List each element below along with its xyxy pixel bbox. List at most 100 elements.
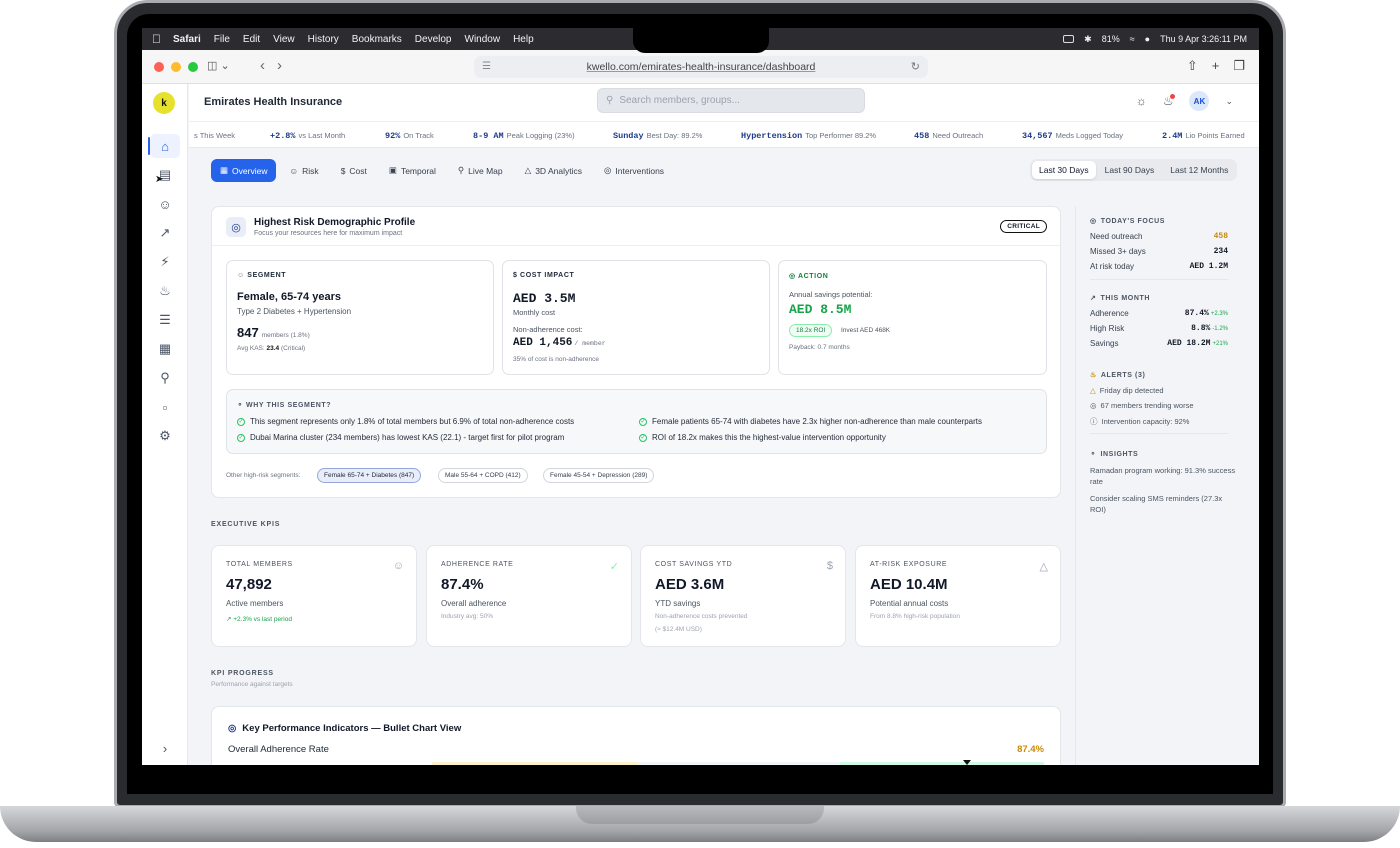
kpi-note: From 8.8% high-risk population bbox=[870, 613, 960, 620]
clock[interactable]: Thu 9 Apr 3:26:11 PM bbox=[1160, 34, 1247, 44]
reason-item: ✓ Dubai Marina cluster (234 members) has … bbox=[237, 433, 565, 442]
chevron-down-icon[interactable]: ⌄ bbox=[1225, 96, 1233, 107]
app-sidebar: k ⌂ ▤ ☺ ↗ ⚡︎ ♨ ☰ ▦ ⚲ ▫ ⚙ › ➤ bbox=[142, 84, 188, 765]
organization-title: Emirates Health Insurance bbox=[204, 96, 343, 108]
ticker-item: s This Week bbox=[194, 131, 235, 140]
range-last-90-days[interactable]: Last 90 Days bbox=[1098, 161, 1162, 179]
range-last-12-months[interactable]: Last 12 Months bbox=[1163, 161, 1235, 179]
target-icon: ◎ bbox=[789, 273, 798, 280]
kpi-progress-subtitle: Performance against targets bbox=[211, 681, 293, 688]
display-icon[interactable] bbox=[1063, 35, 1075, 43]
kpi-description: Potential annual costs bbox=[870, 599, 949, 608]
map-pin-icon[interactable]: ⚲ bbox=[150, 366, 180, 390]
building-icon[interactable]: ▦ bbox=[150, 337, 180, 361]
camera-notch bbox=[633, 27, 769, 53]
cost-impact-label: $ COST IMPACT bbox=[513, 272, 575, 279]
home-icon[interactable]: ⌂ bbox=[148, 134, 180, 158]
tab-3d-analytics[interactable]: △ 3D Analytics bbox=[516, 159, 591, 182]
bluetooth-icon[interactable]: ✱ bbox=[1084, 34, 1092, 45]
menu-window[interactable]: Window bbox=[465, 34, 501, 45]
share-icon[interactable]: ⇧ bbox=[1187, 58, 1198, 74]
month-row: Adherence 87.4% +2.3% bbox=[1090, 309, 1228, 318]
this-month-heading: ↗ THIS MONTH bbox=[1090, 294, 1151, 303]
alert-item[interactable]: △ Friday dip detected bbox=[1090, 386, 1164, 395]
bell-icon[interactable]: ♨ bbox=[150, 279, 180, 303]
trending-up-icon[interactable]: ↗ bbox=[150, 221, 180, 245]
kpi-description: Active members bbox=[226, 599, 284, 608]
why-segment-label: ⚬ WHY THIS SEGMENT? bbox=[237, 402, 332, 409]
lightning-icon[interactable]: ⚡︎ bbox=[150, 250, 180, 274]
control-center-icon[interactable]: ● bbox=[1145, 34, 1150, 44]
invest-amount: Invest AED 468K bbox=[841, 327, 891, 334]
menu-develop[interactable]: Develop bbox=[415, 34, 452, 45]
screen:  Safari File Edit View History Bookmark… bbox=[142, 28, 1259, 765]
segment-chip[interactable]: Male 55-64 + COPD (412) bbox=[438, 468, 528, 483]
range-last-30-days[interactable]: Last 30 Days bbox=[1032, 161, 1096, 179]
alert-item[interactable]: ◎ 67 members trending worse bbox=[1090, 401, 1194, 410]
insights-heading: ⚬ INSIGHTS bbox=[1090, 450, 1139, 459]
bullet-band-low bbox=[432, 762, 638, 765]
apple-menu-icon[interactable]:  bbox=[152, 32, 161, 46]
book-icon[interactable]: ▫ bbox=[150, 395, 180, 419]
focus-row: At risk today AED 1.2M bbox=[1090, 262, 1228, 271]
trend-down-icon: ◎ bbox=[1090, 401, 1097, 410]
list-icon[interactable]: ☰ bbox=[150, 308, 180, 332]
close-window-button[interactable] bbox=[154, 62, 164, 72]
executive-kpis-heading: EXECUTIVE KPIS bbox=[211, 521, 281, 528]
theme-toggle-icon[interactable]: ☼ bbox=[1136, 94, 1147, 108]
cost-per-member: AED 1,456/ member bbox=[513, 337, 606, 349]
menu-history[interactable]: History bbox=[308, 34, 339, 45]
gear-icon[interactable]: ⚙ bbox=[150, 424, 180, 448]
minimize-window-button[interactable] bbox=[171, 62, 181, 72]
tab-live-map[interactable]: ⚲ Live Map bbox=[449, 159, 512, 182]
address-bar[interactable]: ☰ kwello.com/emirates-health-insurance/d… bbox=[474, 56, 928, 78]
ticker-item: 92% On Track bbox=[385, 131, 434, 141]
menu-help[interactable]: Help bbox=[513, 34, 534, 45]
zoom-window-button[interactable] bbox=[188, 62, 198, 72]
tab-risk[interactable]: ☺ Risk bbox=[280, 159, 327, 182]
battery-percent[interactable]: 81% bbox=[1102, 34, 1120, 44]
app-header: Emirates Health Insurance ⚲ Search membe… bbox=[189, 84, 1259, 122]
risk-profile-subtitle: Focus your resources here for maximum im… bbox=[254, 230, 403, 237]
tabs-overview-icon[interactable]: ❐ bbox=[1233, 58, 1245, 74]
reload-icon[interactable]: ↻ bbox=[911, 60, 920, 73]
search-input[interactable]: ⚲ Search members, groups... bbox=[597, 88, 865, 113]
kpi-progress-heading: KPI PROGRESS bbox=[211, 670, 274, 677]
bullet-band-high bbox=[840, 762, 1044, 765]
segment-chip[interactable]: Female 65-74 + Diabetes (847) bbox=[317, 468, 422, 483]
ticker-item: Sunday Best Day: 89.2% bbox=[613, 131, 703, 141]
kpi-label: TOTAL MEMBERS bbox=[226, 561, 293, 568]
divider bbox=[212, 245, 1060, 246]
sidebar-toggle-icon[interactable]: ◫ ⌄ bbox=[207, 59, 230, 72]
reason-item: ✓ This segment represents only 1.8% of to… bbox=[237, 417, 575, 426]
wifi-icon[interactable]: ≈ bbox=[1130, 34, 1135, 44]
dollar-icon: $ bbox=[340, 165, 346, 176]
kpi-label: COST SAVINGS YTD bbox=[655, 561, 733, 568]
tab-interventions[interactable]: ◎ Interventions bbox=[595, 159, 673, 182]
menu-file[interactable]: File bbox=[214, 34, 230, 45]
menu-app-name[interactable]: Safari bbox=[173, 34, 201, 45]
segment-chip[interactable]: Female 45-54 + Depression (289) bbox=[543, 468, 655, 483]
expand-sidebar-icon[interactable]: › bbox=[150, 736, 180, 760]
target-icon: ◎ bbox=[603, 165, 612, 175]
page-settings-icon[interactable]: ☰ bbox=[482, 61, 491, 72]
notifications-icon[interactable]: ♨ bbox=[1163, 94, 1176, 108]
month-row: Savings AED 18.2M +21% bbox=[1090, 339, 1228, 348]
tab-overview[interactable]: ▦ Overview bbox=[211, 159, 277, 182]
tab-cost[interactable]: $ Cost bbox=[332, 159, 376, 182]
new-tab-icon[interactable]: + bbox=[1212, 58, 1220, 74]
menu-view[interactable]: View bbox=[273, 34, 295, 45]
menu-bookmarks[interactable]: Bookmarks bbox=[352, 34, 402, 45]
insight-item: Consider scaling SMS reminders (27.3x RO… bbox=[1090, 494, 1223, 514]
date-range-selector: Last 30 Days Last 90 Days Last 12 Months bbox=[1030, 159, 1238, 181]
back-forward-icon[interactable]: ‹› bbox=[260, 57, 294, 74]
app-logo[interactable]: k bbox=[153, 92, 175, 114]
alert-item[interactable]: ⓘ Intervention capacity: 92% bbox=[1090, 416, 1189, 427]
users-icon[interactable]: ☺ bbox=[150, 192, 180, 216]
menu-edit[interactable]: Edit bbox=[243, 34, 260, 45]
savings-label: Annual savings potential: bbox=[789, 290, 873, 299]
tab-temporal[interactable]: ▣ Temporal bbox=[380, 159, 445, 182]
avatar[interactable]: AK bbox=[1189, 91, 1210, 111]
nonadherence-cost-label: Non-adherence cost: bbox=[513, 325, 583, 334]
bullet-chart-card: ◎ Key Performance Indicators — Bullet Cha… bbox=[211, 706, 1061, 765]
